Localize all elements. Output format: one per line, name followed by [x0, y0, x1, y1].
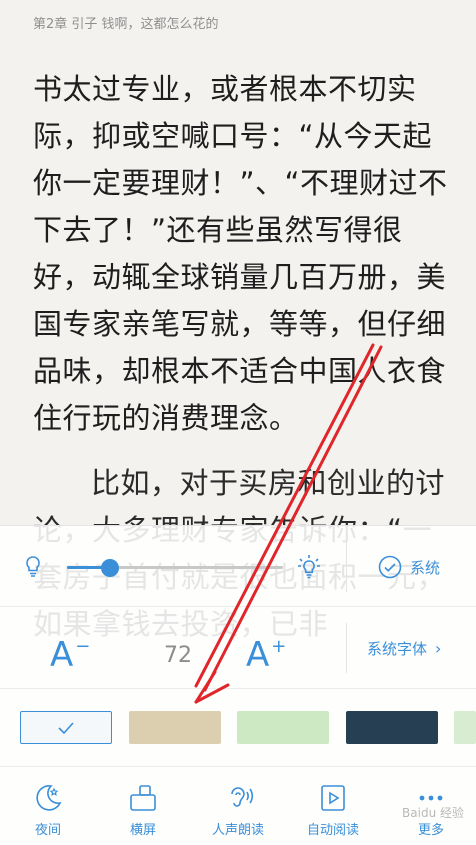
rotate-screen-icon: [130, 785, 156, 811]
swatch-navy[interactable]: [346, 711, 438, 744]
landscape-label: 横屏: [129, 823, 156, 838]
more-label: 更多: [417, 823, 444, 838]
system-brightness-toggle[interactable]: 系统: [378, 553, 440, 581]
tts-button[interactable]: 人声朗读: [203, 783, 273, 838]
system-brightness-label: 系统: [410, 558, 441, 577]
watermark: Baidu 经验: [402, 806, 464, 820]
font-family-label: 系统字体: [367, 640, 428, 658]
chapter-title: 第2章 引子 钱啊，这都怎么花的: [33, 17, 219, 32]
brightness-slider-knob[interactable]: [101, 559, 120, 577]
check-circle-icon: [378, 555, 402, 579]
paragraph: 书太过专业，或者根本不切实际，抑或空喊口号：“从今天起你一定要理财！”、“不理财…: [33, 72, 448, 435]
font-family-button[interactable]: 系统字体 ›: [367, 638, 441, 659]
font-row: A − 72 A + 系统字体 ›: [0, 607, 476, 689]
vertical-divider: [346, 542, 347, 592]
swatch-parchment[interactable]: [129, 711, 221, 744]
ear-icon: [231, 787, 253, 807]
brightness-dim-icon: [23, 554, 43, 580]
night-mode-button[interactable]: 夜间: [13, 783, 83, 838]
swatch-white[interactable]: [20, 711, 112, 744]
moon-icon: [36, 785, 62, 811]
font-size-value: 72: [164, 643, 192, 668]
brightness-row: 系统: [0, 526, 476, 607]
check-icon: [58, 721, 74, 734]
autoread-label: 自动阅读: [306, 823, 359, 838]
tts-label: 人声朗读: [211, 823, 264, 838]
night-mode-label: 夜间: [34, 823, 61, 838]
vertical-divider: [346, 623, 347, 673]
reading-settings-panel: 系统 A − 72 A + 系统字体 › 夜间 横屏 人声朗读 自动阅读 更多 …: [0, 525, 476, 845]
swatch-light-green[interactable]: [454, 711, 476, 744]
brightness-bright-icon: [297, 554, 320, 580]
swatch-green[interactable]: [237, 711, 329, 744]
landscape-button[interactable]: 横屏: [108, 783, 178, 838]
font-increase-button[interactable]: A +: [246, 623, 286, 679]
play-icon: [321, 785, 345, 811]
brightness-slider[interactable]: [67, 559, 283, 577]
chevron-right-icon: ›: [435, 639, 442, 658]
font-decrease-button[interactable]: A −: [50, 623, 90, 679]
autoread-button[interactable]: 自动阅读: [298, 783, 368, 838]
